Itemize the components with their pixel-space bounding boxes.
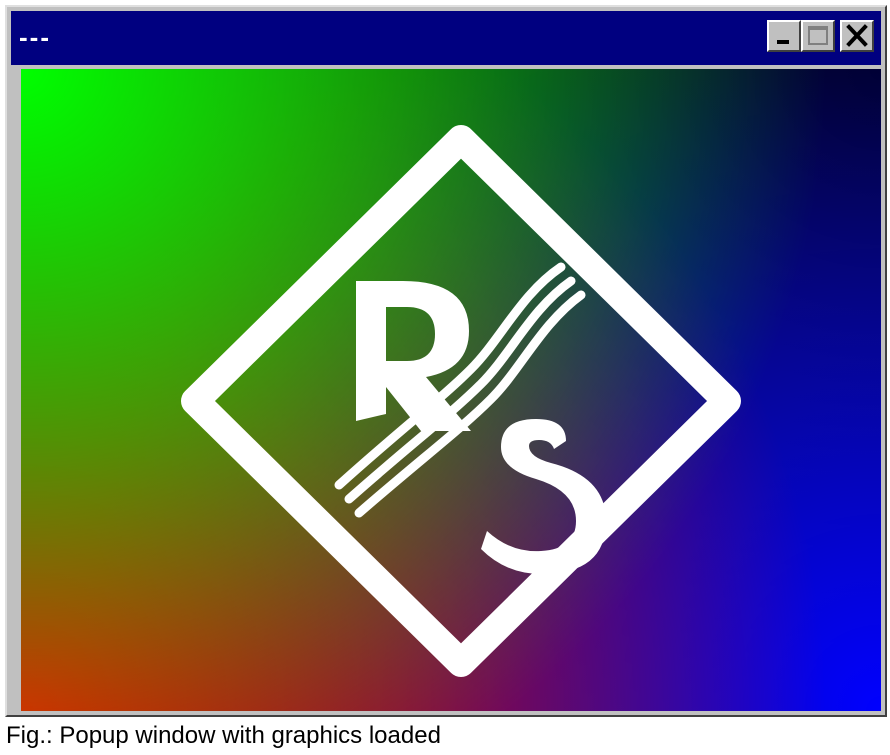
minimize-button[interactable] [767, 20, 801, 52]
figure-caption: Fig.: Popup window with graphics loaded [6, 722, 441, 749]
minimize-icon [777, 40, 789, 44]
maximize-button[interactable] [801, 20, 835, 52]
window-title: --- [19, 22, 51, 52]
maximize-icon [808, 26, 828, 45]
title-bar[interactable]: --- [11, 11, 881, 65]
popup-window: --- [5, 5, 887, 717]
rohde-schwarz-logo [181, 125, 741, 677]
logo-letter-s [481, 419, 606, 574]
graphics-area [21, 69, 881, 711]
close-icon [846, 24, 868, 47]
close-button[interactable] [840, 20, 874, 52]
